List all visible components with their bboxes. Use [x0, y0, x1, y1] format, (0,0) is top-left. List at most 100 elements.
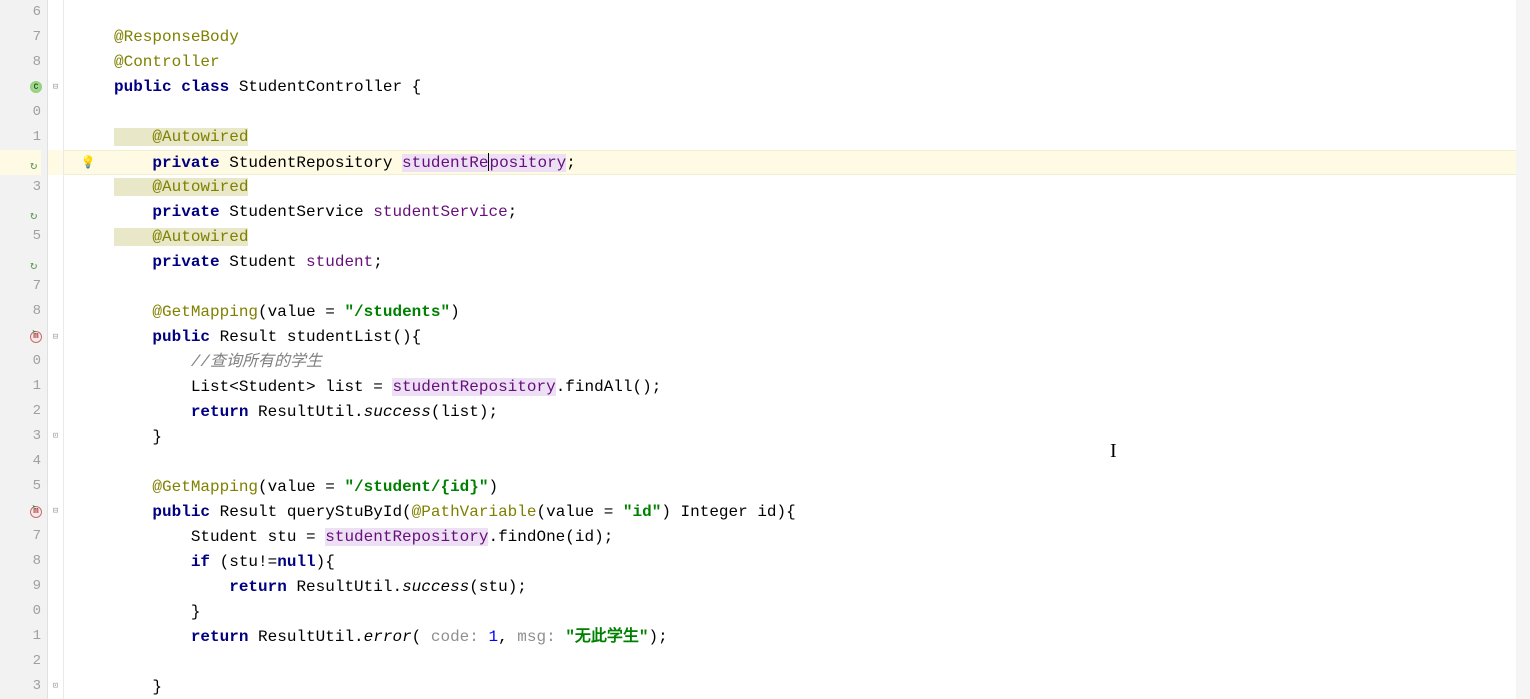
code-line[interactable]	[64, 275, 1530, 300]
fold-toggle-icon[interactable]	[51, 83, 60, 92]
token-plain: ResultUtil.	[258, 628, 364, 646]
token-plain: Result studentList(){	[220, 328, 422, 346]
token-param: code:	[431, 628, 489, 646]
code-line[interactable]: return ResultUtil.success(list);	[64, 400, 1530, 425]
token-plain: (stu);	[469, 578, 527, 596]
token-ident-hl: studentRe	[402, 154, 488, 172]
code-line[interactable]: //查询所有的学生	[64, 350, 1530, 375]
code-line[interactable]: return ResultUtil.success(stu);	[64, 575, 1530, 600]
vertical-scrollbar[interactable]	[1516, 0, 1530, 699]
token-ident-hl: studentRepository	[392, 378, 555, 396]
code-line[interactable]	[64, 650, 1530, 675]
token-plain: );	[649, 628, 668, 646]
fold-cell	[48, 549, 63, 574]
code-editor[interactable]: 6780135780123457890123 @ResponseBody@Con…	[0, 0, 1530, 699]
bean-icon[interactable]	[29, 155, 43, 169]
line-number[interactable]: 3	[0, 424, 41, 449]
code-line[interactable]: @Autowired	[64, 175, 1530, 200]
fold-toggle-icon[interactable]	[51, 333, 60, 342]
code-line[interactable]: @Autowired	[64, 225, 1530, 250]
code-line[interactable]: @Autowired	[64, 125, 1530, 150]
line-number[interactable]: 1	[0, 125, 41, 150]
fold-toggle-icon[interactable]	[51, 507, 60, 516]
bean-icon[interactable]	[29, 205, 43, 219]
fold-cell	[48, 75, 63, 100]
fold-end-icon[interactable]	[51, 682, 60, 691]
code-line[interactable]: }	[64, 675, 1530, 699]
run-method-icon[interactable]	[29, 505, 43, 519]
class-icon[interactable]	[29, 80, 43, 94]
line-number[interactable]: 8	[0, 549, 41, 574]
code-line[interactable]: public Result queryStuById(@PathVariable…	[64, 500, 1530, 525]
fold-cell	[48, 50, 63, 75]
bean-icon[interactable]	[29, 255, 43, 269]
code-line[interactable]: }	[64, 600, 1530, 625]
line-number[interactable]: 4	[0, 449, 41, 474]
line-number[interactable]: 6	[0, 0, 41, 25]
token-kw: public	[114, 503, 220, 521]
code-line[interactable]: private StudentService studentService;	[64, 200, 1530, 225]
line-number[interactable]: 0	[0, 100, 41, 125]
line-number[interactable]: 2	[0, 649, 41, 674]
fold-end-icon[interactable]	[51, 432, 60, 441]
line-number[interactable]	[0, 200, 41, 225]
code-line[interactable]: public Result studentList(){	[64, 325, 1530, 350]
fold-gutter[interactable]	[48, 0, 64, 699]
line-number[interactable]: 0	[0, 599, 41, 624]
line-number[interactable]: 9	[0, 574, 41, 599]
code-line[interactable]: @GetMapping(value = "/student/{id}")	[64, 475, 1530, 500]
token-str: "无此学生"	[565, 628, 648, 646]
line-number[interactable]: 7	[0, 25, 41, 50]
line-number[interactable]: 8	[0, 50, 41, 75]
code-line[interactable]: @GetMapping(value = "/students")	[64, 300, 1530, 325]
token-plain: Student	[229, 253, 306, 271]
code-line[interactable]: }	[64, 425, 1530, 450]
code-area[interactable]: @ResponseBody @Controllerpublic class Stu…	[64, 0, 1530, 699]
token-plain: ResultUtil.	[296, 578, 402, 596]
token-ident-hl: studentRepository	[325, 528, 488, 546]
line-number[interactable]: 1	[0, 624, 41, 649]
token-plain: ResultUtil.	[258, 403, 364, 421]
line-number[interactable]	[0, 249, 41, 274]
code-line[interactable]: private Student student;	[64, 250, 1530, 275]
code-line[interactable]: public class StudentController {	[64, 75, 1530, 100]
line-number[interactable]: 7	[0, 274, 41, 299]
run-method-icon[interactable]	[29, 330, 43, 344]
code-line[interactable]: @Controller	[64, 50, 1530, 75]
code-line[interactable]: return ResultUtil.error( code: 1, msg: "…	[64, 625, 1530, 650]
token-plain: ,	[498, 628, 517, 646]
line-number[interactable]: 0	[0, 349, 41, 374]
fold-cell	[48, 325, 63, 350]
fold-cell	[48, 250, 63, 275]
fold-cell	[48, 649, 63, 674]
code-line[interactable]: List<Student> list = studentRepository.f…	[64, 375, 1530, 400]
line-number-gutter[interactable]: 6780135780123457890123	[0, 0, 48, 699]
code-line[interactable]: Student stu = studentRepository.findOne(…	[64, 525, 1530, 550]
fold-cell	[48, 150, 63, 175]
line-number[interactable]	[0, 324, 41, 349]
line-number[interactable]	[0, 150, 41, 175]
token-kw: private	[114, 154, 229, 172]
fold-cell	[48, 125, 63, 150]
token-plain: (stu!=	[220, 553, 278, 571]
line-number[interactable]: 7	[0, 524, 41, 549]
line-number[interactable]: 3	[0, 175, 41, 200]
token-plain: List<Student> list =	[114, 378, 392, 396]
code-line[interactable]	[64, 100, 1530, 125]
token-plain: ;	[566, 154, 576, 172]
code-line[interactable]: @ResponseBody	[64, 25, 1530, 50]
token-plain: (list);	[431, 403, 498, 421]
code-line[interactable]: if (stu!=null){	[64, 550, 1530, 575]
line-number[interactable]: 5	[0, 224, 41, 249]
code-line[interactable]	[64, 0, 1530, 25]
intention-bulb-icon[interactable]	[80, 155, 96, 171]
line-number[interactable]: 3	[0, 674, 41, 699]
token-plain: ;	[373, 253, 383, 271]
line-number[interactable]	[0, 75, 41, 100]
line-number[interactable]: 2	[0, 399, 41, 424]
line-number[interactable]: 1	[0, 374, 41, 399]
code-line[interactable]: private StudentRepository studentReposit…	[64, 150, 1530, 175]
line-number[interactable]	[0, 499, 41, 524]
code-line[interactable]	[64, 450, 1530, 475]
token-anno: @ResponseBody	[114, 28, 239, 46]
